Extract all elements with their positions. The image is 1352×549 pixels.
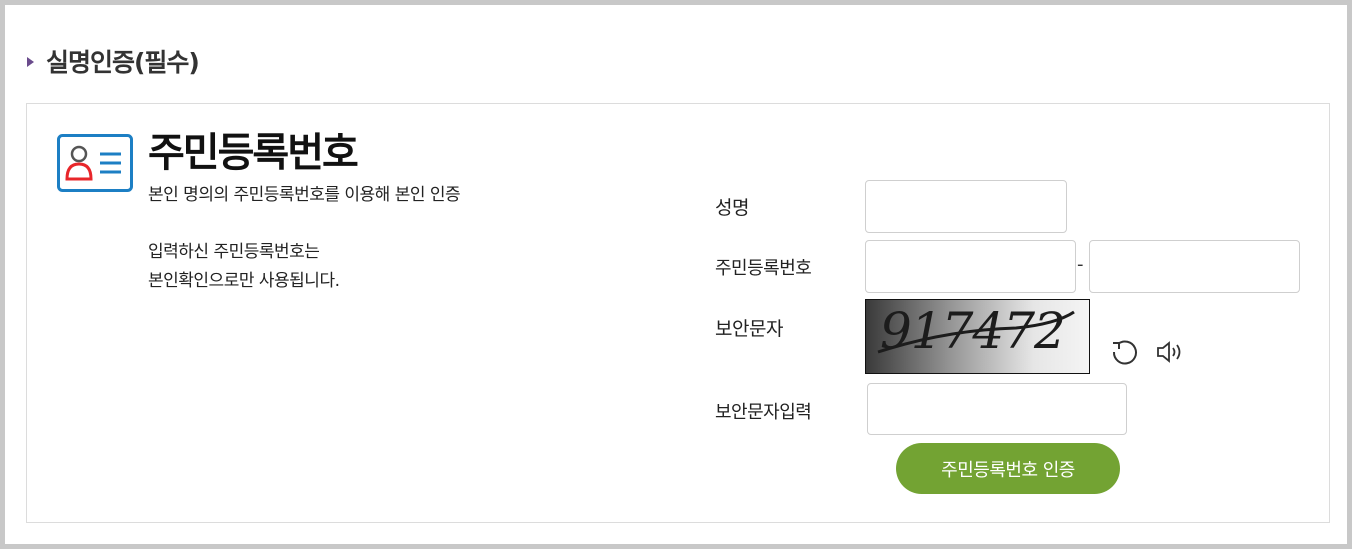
privacy-note-line-2: 본인확인으로만 사용됩니다. (148, 271, 340, 291)
panel-title: 주민등록번호 (148, 130, 359, 176)
verification-panel: 주민등록번호 본인 명의의 주민등록번호를 이용해 본인 인증 입력하신 주민등… (26, 103, 1330, 523)
rrn-separator: - (1077, 254, 1084, 275)
captcha-input[interactable] (867, 383, 1127, 435)
triangle-bullet-icon (27, 57, 34, 67)
section-title: 실명인증(필수) (46, 48, 200, 77)
section-header: 실명인증(필수) (27, 43, 200, 79)
captcha-label: 보안문자 (715, 318, 783, 340)
captcha-image: 917472 (865, 299, 1090, 374)
privacy-note: 입력하신 주민등록번호는 본인확인으로만 사용됩니다. (148, 238, 340, 296)
id-card-icon (57, 134, 133, 192)
name-label: 성명 (715, 197, 749, 219)
rrn-second-input[interactable] (1089, 240, 1300, 293)
refresh-icon (1112, 340, 1137, 365)
refresh-captcha-button[interactable] (1109, 337, 1139, 367)
verify-rrn-button[interactable]: 주민등록번호 인증 (896, 443, 1120, 494)
captcha-strike-line (877, 310, 1075, 354)
privacy-note-line-1: 입력하신 주민등록번호는 (148, 242, 320, 262)
speaker-icon (1157, 341, 1181, 363)
panel-description: 본인 명의의 주민등록번호를 이용해 본인 인증 (148, 185, 461, 205)
audio-captcha-button[interactable] (1155, 337, 1185, 367)
name-input[interactable] (865, 180, 1067, 233)
captcha-input-label: 보안문자입력 (715, 402, 812, 423)
rrn-label: 주민등록번호 (715, 258, 812, 279)
rrn-first-input[interactable] (865, 240, 1076, 293)
